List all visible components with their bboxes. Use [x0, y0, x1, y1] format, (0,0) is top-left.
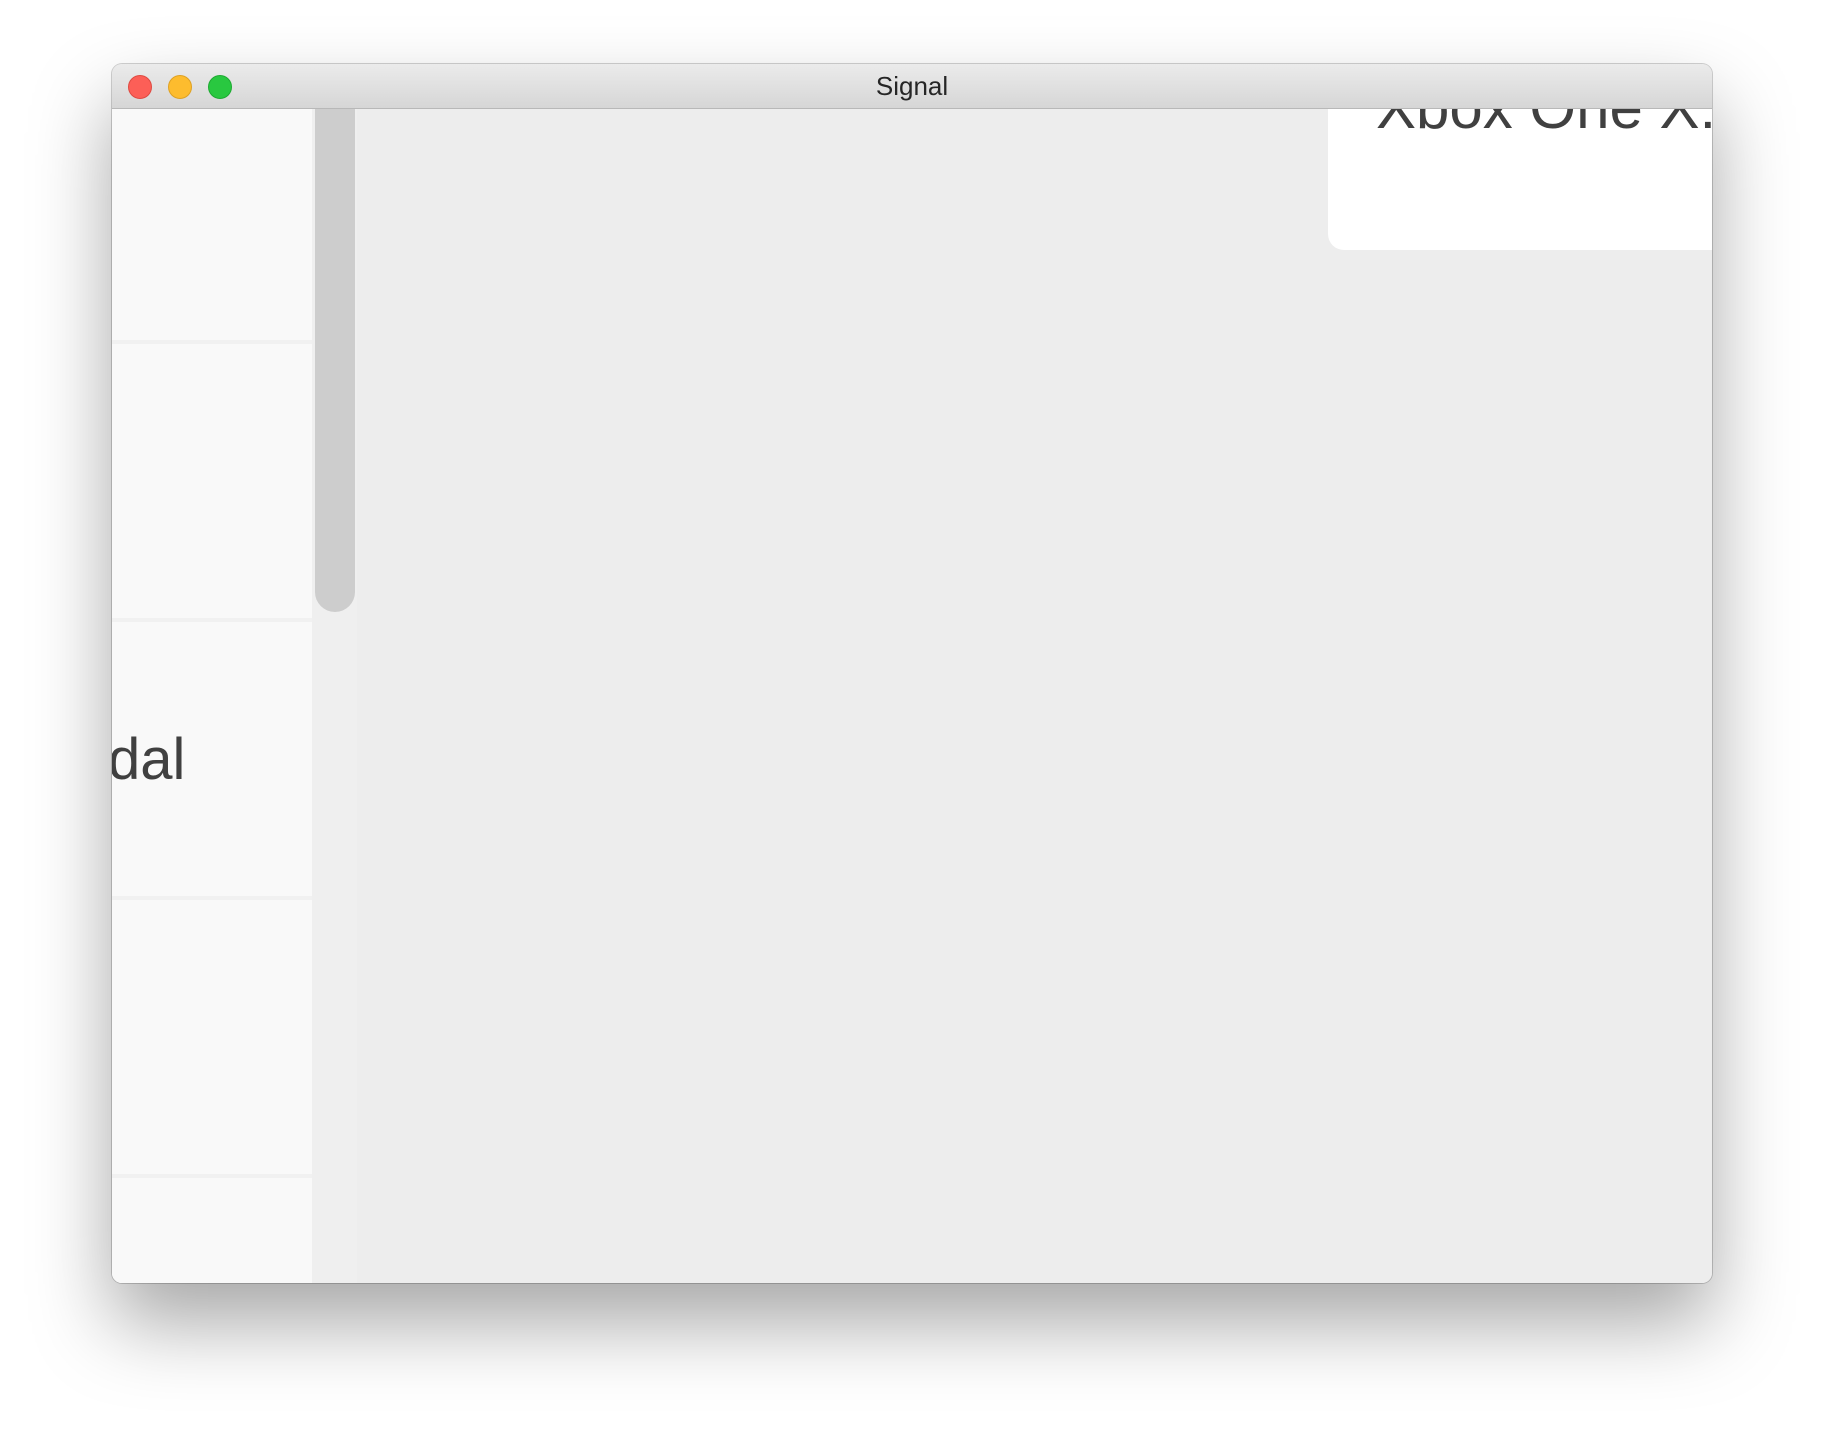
- conversation-item[interactable]: [112, 109, 312, 344]
- conversation-item[interactable]: [112, 344, 312, 622]
- scrollbar-track[interactable]: [312, 89, 357, 1283]
- conversation-title: dal: [112, 727, 186, 792]
- scrollbar-thumb[interactable]: [315, 89, 355, 612]
- window-title: Signal: [875, 71, 949, 101]
- app-window: Signal dal Xbox One X: h: [112, 64, 1712, 1283]
- conversation-item[interactable]: [112, 1178, 312, 1283]
- conversation-list: dal: [112, 109, 312, 1283]
- title-bar[interactable]: Signal: [112, 64, 1712, 109]
- conversation-item[interactable]: [112, 900, 312, 1178]
- conversation-item[interactable]: dal: [112, 622, 312, 900]
- main-content: dal Xbox One X: h: [112, 79, 1712, 1283]
